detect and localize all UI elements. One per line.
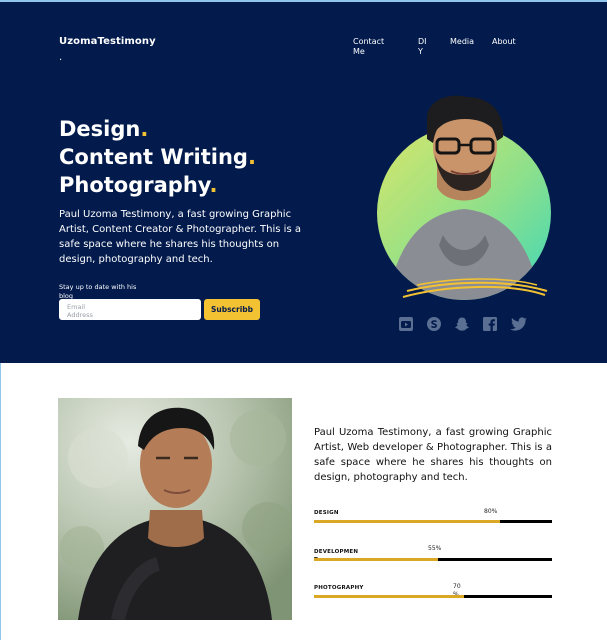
- skill-name: DESIGN: [314, 510, 339, 516]
- email-input[interactable]: Email Address: [59, 299, 201, 320]
- hero-intro: Paul Uzoma Testimony, a fast growing Gra…: [59, 209, 301, 265]
- headline-design: Design.: [59, 117, 149, 141]
- hero-section: UzomaTestimony . Contact Me DI Y Media A…: [0, 2, 607, 363]
- skill-bar: [314, 520, 552, 523]
- about-photo: [58, 398, 292, 620]
- window-left-border: [0, 363, 1, 640]
- skill-percent: 80%: [484, 508, 498, 515]
- email-placeholder: Email Address: [67, 303, 93, 319]
- subscribe-button[interactable]: Subscribb: [204, 299, 260, 320]
- snapchat-icon[interactable]: [454, 316, 470, 332]
- facebook-icon[interactable]: [482, 316, 498, 332]
- headline-content-writing: Content Writing.: [59, 145, 256, 169]
- skill-bar-fill: [314, 595, 464, 598]
- profile-avatar: [377, 95, 557, 305]
- brand-dot: .: [59, 52, 63, 63]
- brand-logo[interactable]: UzomaTestimony: [59, 36, 156, 47]
- twitter-icon[interactable]: [510, 316, 528, 332]
- youtube-icon[interactable]: [398, 316, 414, 332]
- about-bio: Paul Uzoma Testimony, a fast growing Gra…: [314, 427, 552, 483]
- portrait-photo: [58, 398, 292, 620]
- skype-icon[interactable]: [426, 316, 442, 332]
- skill-percent: 55%: [428, 545, 442, 552]
- skill-name: DEVELOPMEN T: [314, 549, 359, 563]
- skill-name: PHOTOGRAPHY: [314, 585, 364, 591]
- hero-headline: Design. Content Writing. Photography.: [59, 115, 256, 199]
- skill-bar: [314, 595, 552, 598]
- headline-photography: Photography.: [59, 173, 218, 197]
- skill-bar-fill: [314, 520, 500, 523]
- nav-diy[interactable]: DI Y: [418, 37, 427, 57]
- skill-bar-fill: [314, 558, 438, 561]
- skill-bar: [314, 558, 552, 561]
- nav-about[interactable]: About: [492, 37, 516, 47]
- avatar-illustration: [377, 95, 551, 300]
- nav-contact-me[interactable]: Contact Me: [353, 37, 389, 57]
- nav-media[interactable]: Media: [450, 37, 474, 47]
